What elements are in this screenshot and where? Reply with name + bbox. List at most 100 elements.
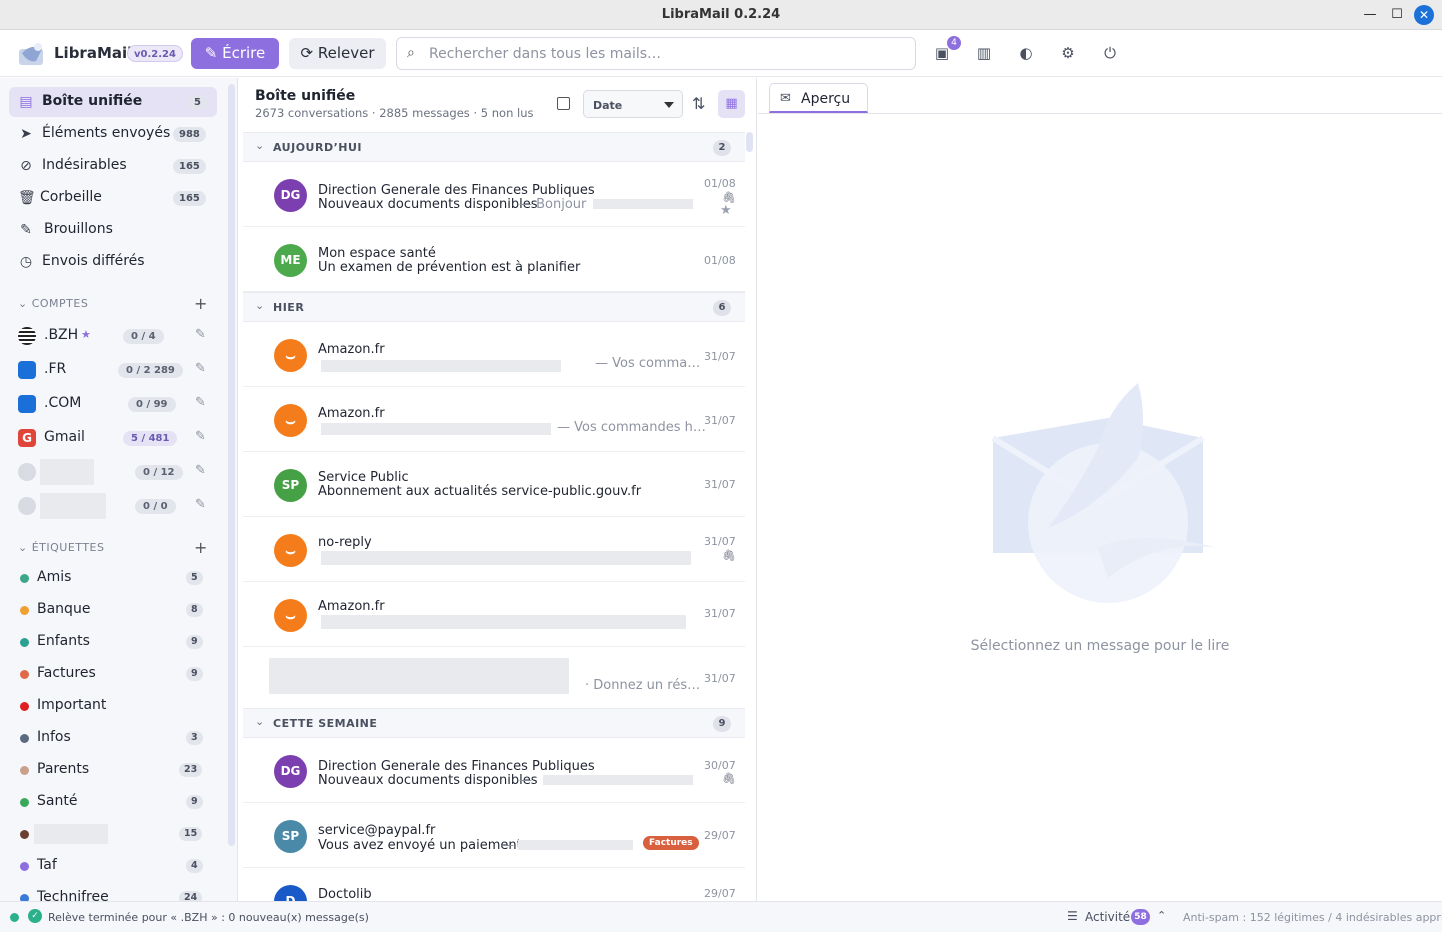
- chevron-down-icon: ⌄: [18, 541, 32, 554]
- label-item[interactable]: Technifree 24: [18, 886, 218, 901]
- accounts-section-header[interactable]: ⌄ COMPTES +: [18, 294, 207, 313]
- search-placeholder: Rechercher dans tous les mails…: [429, 46, 662, 62]
- folder-drafts[interactable]: ✎ Brouillons: [9, 215, 217, 245]
- label-item[interactable]: Factures 9: [18, 662, 218, 686]
- empty-state-dove-icon: [991, 383, 1218, 603]
- label-item[interactable]: Amis 5: [18, 566, 218, 590]
- group-header-today[interactable]: ⌄ AUJOURD’HUI 2: [243, 132, 745, 162]
- message-date: 31/07: [704, 414, 736, 427]
- stats-chart-icon[interactable]: ▥: [974, 43, 994, 63]
- label-item[interactable]: 15: [18, 822, 218, 846]
- message-date: 01/08: [704, 177, 736, 190]
- account-item[interactable]: .FR 0 / 2 289 ✎: [18, 357, 218, 383]
- write-button[interactable]: ✎ Écrire: [191, 38, 279, 69]
- fetch-button[interactable]: ⟳ Relever: [289, 38, 386, 69]
- activity-button[interactable]: Activité: [1085, 910, 1130, 924]
- redacted-label-name: [34, 824, 108, 844]
- message-row[interactable]: ME Mon espace santé Un examen de prévent…: [243, 228, 745, 292]
- star-icon[interactable]: ★: [720, 203, 732, 218]
- redacted-text: [543, 775, 693, 785]
- account-count: 5 / 481: [123, 431, 178, 446]
- compose-icon[interactable]: ✎: [195, 395, 206, 410]
- status-message: Relève terminée pour « .BZH » : 0 nouvea…: [48, 911, 369, 924]
- group-header-yesterday[interactable]: ⌄ HIER 6: [243, 292, 745, 322]
- label-item[interactable]: Banque 8: [18, 598, 218, 622]
- compose-icon[interactable]: ✎: [195, 429, 206, 444]
- message-from: Amazon.fr: [318, 406, 385, 421]
- chevron-up-icon[interactable]: ⌃: [1157, 909, 1166, 922]
- tab-preview[interactable]: ✉ Aperçu: [769, 83, 868, 113]
- minimize-icon[interactable]: —: [1360, 5, 1380, 25]
- label-color-dot: [20, 606, 29, 615]
- folder-unified-inbox[interactable]: ▤ Boîte unifiée 5: [9, 87, 217, 117]
- compose-icon[interactable]: ✎: [195, 497, 206, 512]
- power-icon[interactable]: ⏻: [1100, 43, 1120, 63]
- folder-scheduled[interactable]: ◷ Envois différés: [9, 247, 217, 277]
- calendar-icon[interactable]: ▦: [718, 90, 745, 118]
- account-item[interactable]: .COM 0 / 99 ✎: [18, 391, 218, 417]
- account-label: .FR: [44, 361, 67, 377]
- app-logo-icon: [19, 43, 43, 65]
- amazon-logo-icon: ⌣: [274, 339, 307, 372]
- message-row[interactable]: ⌣ no-reply 31/07 🖇: [243, 518, 745, 582]
- version-badge: v0.2.24: [127, 45, 183, 62]
- group-header-this-week[interactable]: ⌄ CETTE SEMAINE 9: [243, 708, 745, 738]
- redacted-text: [321, 423, 551, 435]
- folder-count: 5: [188, 95, 207, 110]
- account-item[interactable]: .BZH ★ 0 / 4 ✎: [18, 323, 218, 349]
- folder-label: Boîte unifiée: [42, 93, 143, 109]
- maximize-icon[interactable]: ☐: [1387, 5, 1407, 25]
- compose-icon[interactable]: ✎: [195, 361, 206, 376]
- search-input[interactable]: ⌕ Rechercher dans tous les mails…: [396, 37, 916, 70]
- compose-icon[interactable]: ✎: [195, 463, 206, 478]
- compose-icon[interactable]: ✎: [195, 327, 206, 342]
- folder-label: Envois différés: [42, 253, 145, 269]
- sort-order-icon[interactable]: ⇅: [692, 94, 705, 113]
- label-count: 9: [186, 667, 203, 681]
- label-item[interactable]: Enfants 9: [18, 630, 218, 654]
- label-item[interactable]: Taf 4: [18, 854, 218, 878]
- label-item[interactable]: Santé 9: [18, 790, 218, 814]
- sort-select[interactable]: Date: [583, 90, 683, 118]
- account-item[interactable]: 0 / 0 ✎: [18, 493, 218, 519]
- message-preview: —: [501, 838, 514, 853]
- message-row[interactable]: DG Direction Generale des Finances Publi…: [243, 163, 745, 227]
- message-date: 01/08: [704, 254, 736, 267]
- message-row[interactable]: SP Service Public Abonnement aux actuali…: [243, 453, 745, 517]
- add-account-icon[interactable]: +: [194, 294, 208, 313]
- label-color-dot: [20, 670, 29, 679]
- message-date: 31/07: [704, 350, 736, 363]
- label-item[interactable]: Important: [18, 694, 218, 718]
- label-count: 9: [186, 795, 203, 809]
- dropdown-caret-icon: [664, 102, 674, 108]
- add-label-icon[interactable]: +: [194, 538, 208, 557]
- message-row[interactable]: DG Direction Generale des Finances Publi…: [243, 739, 745, 803]
- message-row[interactable]: · Donnez un rés… 31/07: [243, 648, 745, 712]
- close-icon[interactable]: ✕: [1414, 5, 1434, 25]
- message-row[interactable]: ⌣ Amazon.fr 31/07: [243, 583, 745, 647]
- label-item[interactable]: Infos 3: [18, 726, 218, 750]
- sidebar-scrollbar[interactable]: [228, 84, 235, 846]
- theme-contrast-icon[interactable]: ◐: [1016, 43, 1036, 63]
- message-row[interactable]: D Doctolib 29/07: [243, 869, 745, 901]
- label-color-dot: [20, 894, 29, 901]
- account-mail-icon: [18, 497, 36, 515]
- redacted-sender: [269, 658, 569, 694]
- message-row[interactable]: ⌣ Amazon.fr — Vos commandes h… 31/07: [243, 388, 745, 452]
- tab-divider: [758, 113, 1442, 114]
- label-item[interactable]: Parents 23: [18, 758, 218, 782]
- message-row[interactable]: SP service@paypal.fr Vous avez envoyé un…: [243, 804, 745, 868]
- folder-trash[interactable]: 🗑 Corbeille 165: [9, 183, 217, 213]
- account-item[interactable]: 0 / 12 ✎: [18, 459, 218, 485]
- select-all-checkbox[interactable]: [557, 97, 570, 110]
- settings-gear-icon[interactable]: ⚙: [1058, 43, 1078, 63]
- list-scrollbar[interactable]: [746, 132, 753, 152]
- account-item[interactable]: G Gmail 5 / 481 ✎: [18, 425, 218, 451]
- folder-sent[interactable]: ➤ Éléments envoyés 988: [9, 119, 217, 149]
- label-color-dot: [20, 574, 29, 583]
- message-row[interactable]: ⌣ Amazon.fr — Vos comma… 31/07: [243, 323, 745, 387]
- labels-section-header[interactable]: ⌄ ÉTIQUETTES +: [18, 538, 207, 557]
- message-date: 29/07: [704, 887, 736, 900]
- account-count: 0 / 0: [135, 499, 176, 514]
- folder-spam[interactable]: ⊘ Indésirables 165: [9, 151, 217, 181]
